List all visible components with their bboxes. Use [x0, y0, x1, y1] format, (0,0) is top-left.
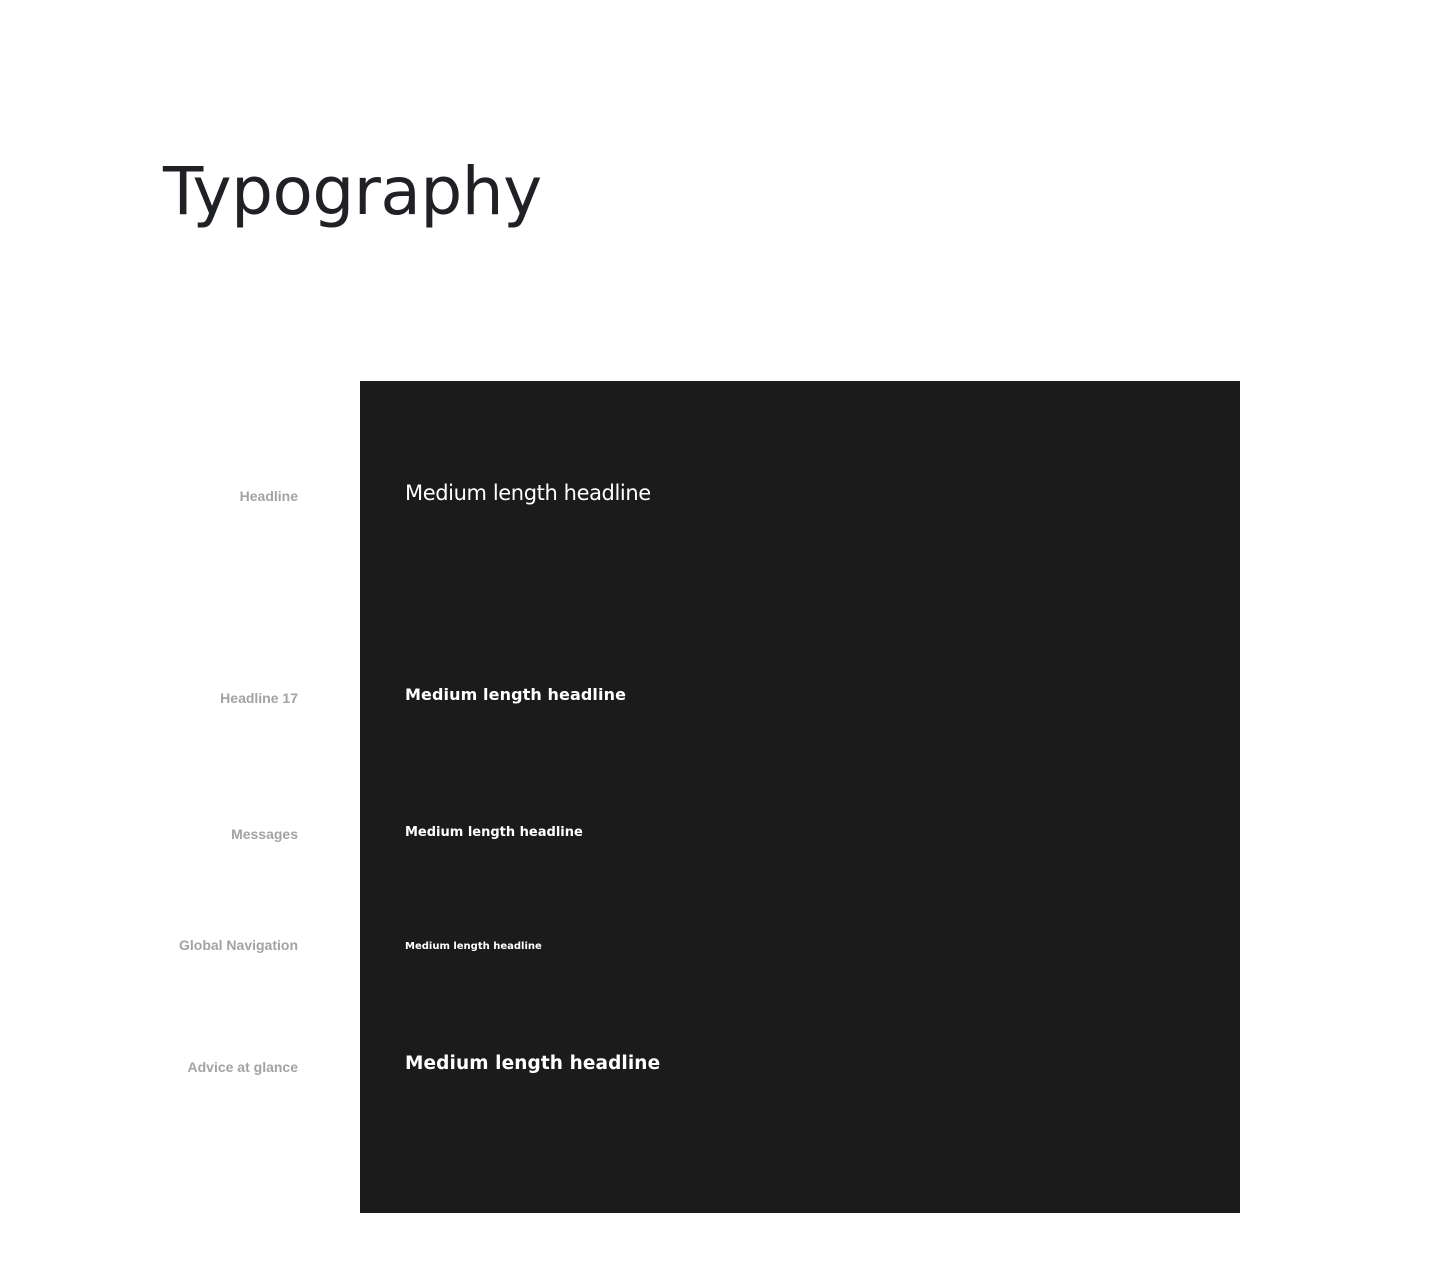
style-label-global-navigation: Global Navigation — [178, 937, 298, 953]
sample-headline-17: Medium length headline — [405, 685, 627, 704]
sample-headline: Medium length headline — [405, 481, 651, 505]
style-label-headline: Headline — [239, 488, 298, 504]
sample-messages: Medium length headline — [405, 825, 583, 840]
style-label-headline-17: Headline 17 — [220, 690, 298, 706]
style-label-advice-at-glance: Advice at glance — [187, 1059, 299, 1075]
page-title: Typography — [163, 153, 542, 230]
type-specimen-panel: Medium length headline Medium length hea… — [360, 381, 1240, 1213]
sample-advice-at-glance: Medium length headline — [405, 1053, 661, 1074]
style-label-messages: Messages — [231, 826, 298, 842]
sample-global-navigation: Medium length headline — [405, 941, 542, 952]
